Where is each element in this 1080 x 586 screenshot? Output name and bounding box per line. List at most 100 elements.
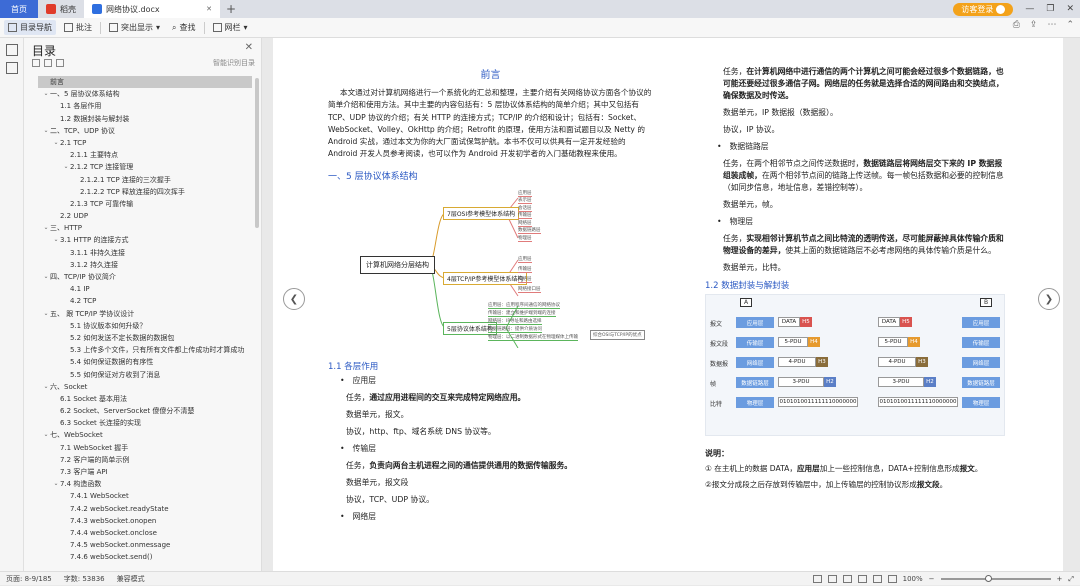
toc-item[interactable]: 6.3 Socket 长连接的实现 [38, 417, 252, 429]
collapse-all-icon[interactable] [32, 59, 40, 67]
chevron-down-icon[interactable]: ⌄ [42, 125, 50, 137]
toc-item[interactable]: 7.4.1 WebSocket [38, 490, 252, 502]
level-icon[interactable] [56, 59, 64, 67]
trans-task-bold: 负责向两台主机进程之间的通信提供通用的数据传输服务。 [369, 460, 573, 470]
tab-home[interactable]: 首页 [0, 0, 38, 18]
highlight-button[interactable]: 突出显示 ▾ [105, 20, 164, 35]
fullscreen-icon[interactable]: ⤢ [1068, 575, 1074, 584]
outline-icon[interactable] [5, 44, 18, 56]
chevron-down-icon[interactable]: ⌄ [42, 381, 50, 393]
toc-item[interactable]: ⌄ 一、5 层协议体系结构 [38, 88, 252, 100]
view-page-icon[interactable] [842, 575, 852, 583]
toc-item[interactable]: ⌄ 2.1.2 TCP 连接管理 [38, 161, 252, 173]
tab-close-icon[interactable]: ✕ [206, 5, 212, 13]
close-window-button[interactable]: ✕ [1066, 4, 1074, 14]
tab-wps[interactable]: 稻壳 [38, 0, 84, 18]
add-tab-button[interactable]: + [220, 2, 242, 16]
toc-item[interactable]: 5.1 协议版本如何升级？ [38, 320, 252, 332]
toc-item-label: 3.1.2 持久连接 [70, 260, 119, 269]
zoom-in-button[interactable]: + [1057, 575, 1063, 583]
toc-item-label: 7.4.2 webSocket.readyState [70, 504, 169, 513]
toc-item[interactable]: 前言 [38, 76, 252, 89]
find-button[interactable]: ⌕ 查找 [168, 20, 199, 35]
smart-toc-button[interactable]: 智能识别目录 [213, 58, 255, 68]
view-read-icon[interactable] [857, 575, 867, 583]
toc-item[interactable]: 4.1 IP [38, 283, 252, 295]
toc-item[interactable]: 7.2 客户端的简单示例 [38, 454, 252, 466]
toc-item[interactable]: 3.1.1 非持久连接 [38, 247, 252, 259]
toc-item[interactable]: ⌄ 四、TCP/IP 协议简介 [38, 271, 252, 283]
prev-page-button[interactable]: ❮ [283, 288, 305, 310]
print-icon[interactable]: ⎙ [1013, 20, 1020, 30]
toc-item[interactable]: 7.1 WebSocket 握手 [38, 442, 252, 454]
close-icon[interactable]: ✕ [245, 42, 253, 53]
toc-item[interactable]: 5.3 上传多个文件，只有所有文件都上传成功时才算成功 [38, 344, 252, 356]
toc-item[interactable]: 3.1.2 持久连接 [38, 259, 252, 271]
chevron-down-icon[interactable]: ⌄ [42, 88, 50, 100]
login-button[interactable]: 访客登录 [953, 2, 1014, 16]
toc-item[interactable]: 7.4.6 webSocket.send() [38, 551, 252, 563]
maximize-button[interactable]: ❐ [1046, 4, 1054, 14]
bookmark-button[interactable]: 网栏 ▾ [209, 20, 252, 35]
toc-item[interactable]: ⌄ 三、HTTP [38, 222, 252, 234]
collapse-icon[interactable]: ⌃ [1066, 20, 1074, 30]
chevron-down-icon[interactable]: ⌄ [52, 137, 60, 149]
toc-item[interactable]: 5.4 如何保证数据的有序性 [38, 356, 252, 368]
tab-wps-label: 稻壳 [60, 4, 76, 14]
toc-nav-button[interactable]: 目录导航 [4, 20, 56, 35]
toc-item[interactable]: ⌄ 七、WebSocket [38, 429, 252, 441]
toc-item[interactable]: 7.3 客户端 API [38, 466, 252, 478]
toc-item[interactable]: 1.1 各层作用 [38, 100, 252, 112]
toc-item[interactable]: ⌄ 五、 跟 TCP/IP 学协议设计 [38, 308, 252, 320]
toc-item[interactable]: 7.4.4 webSocket.onclose [38, 527, 252, 539]
toc-item[interactable]: ⌄ 3.1 HTTP 的连接方式 [38, 234, 252, 246]
chevron-down-icon[interactable]: ⌄ [42, 308, 50, 320]
view-web-icon[interactable] [872, 575, 882, 583]
chevron-down-icon[interactable]: ⌄ [52, 478, 60, 490]
toc-item[interactable]: ⌄ 7.4 构造函数 [38, 478, 252, 490]
zoom-slider[interactable] [940, 575, 1051, 582]
toc-item[interactable]: 7.4.3 webSocket.onopen [38, 515, 252, 527]
chevron-down-icon[interactable]: ⌄ [42, 222, 50, 234]
expand-all-icon[interactable] [44, 59, 52, 67]
toc-item[interactable]: ⌄ 2.1 TCP [38, 137, 252, 149]
mind-node-tcpip: 4层TCP/IP参考模型体系结构 [443, 271, 528, 285]
next-page-button[interactable]: ❯ [1038, 288, 1060, 310]
zoom-level[interactable]: 100% [903, 575, 923, 583]
chevron-down-icon[interactable]: ⌄ [62, 161, 70, 173]
chevron-down-icon[interactable]: ⌄ [52, 234, 60, 246]
toc-item[interactable]: 2.1.2.2 TCP 释放连接的四次挥手 [38, 186, 252, 198]
toc-item[interactable]: 4.2 TCP [38, 295, 252, 307]
toc-item[interactable]: 1.2 数据封装与解封装 [38, 113, 252, 125]
toc-item[interactable]: ⌄ 六、Socket [38, 381, 252, 393]
toc-item[interactable]: 2.1.1 主要特点 [38, 149, 252, 161]
toc-item[interactable]: ⌄ 二、TCP、UDP 协议 [38, 125, 252, 137]
comment-button[interactable]: 批注 [60, 20, 96, 35]
chevron-down-icon[interactable]: ⌄ [42, 271, 50, 283]
toc-item[interactable]: 5.2 如何发送不定长数据的数据包 [38, 332, 252, 344]
zoom-slider-knob[interactable] [984, 575, 992, 582]
zoom-out-button[interactable]: − [929, 575, 935, 583]
toc-item[interactable]: 2.1.2.1 TCP 连接的三次握手 [38, 174, 252, 186]
view-outline-icon[interactable] [827, 575, 837, 583]
search-icon: ⌕ [172, 22, 177, 32]
toc-item[interactable]: 7.4.2 webSocket.readyState [38, 503, 252, 515]
find-label: 查找 [179, 23, 196, 32]
toc-item[interactable]: 2.1.3 TCP 可靠传输 [38, 198, 252, 210]
globe-icon[interactable] [887, 575, 897, 583]
toc-item-label: 7.4 构造函数 [60, 480, 102, 489]
minimize-button[interactable]: — [1025, 4, 1034, 14]
tab-document[interactable]: 网络协议.docx ✕ [84, 0, 220, 18]
toc-item[interactable]: 6.2 Socket、ServerSocket 傻傻分不清楚 [38, 405, 252, 417]
bookmark-rail-icon[interactable] [5, 62, 18, 74]
mind-leaf: 网络接口层 [518, 286, 541, 293]
chevron-down-icon[interactable]: ⌄ [42, 429, 50, 441]
toc-item[interactable]: 6.1 Socket 基本用法 [38, 393, 252, 405]
toc-item[interactable]: 2.2 UDP [38, 210, 252, 222]
toc-item[interactable]: 7.4.5 webSocket.onmessage [38, 539, 252, 551]
eye-icon[interactable] [812, 575, 822, 583]
toc-scrollbar[interactable] [255, 78, 259, 228]
toc-item[interactable]: 5.5 如何保证对方收到了消息 [38, 369, 252, 381]
more-icon[interactable]: ⋯ [1047, 20, 1056, 30]
share-icon[interactable]: ⇪ [1030, 20, 1038, 30]
